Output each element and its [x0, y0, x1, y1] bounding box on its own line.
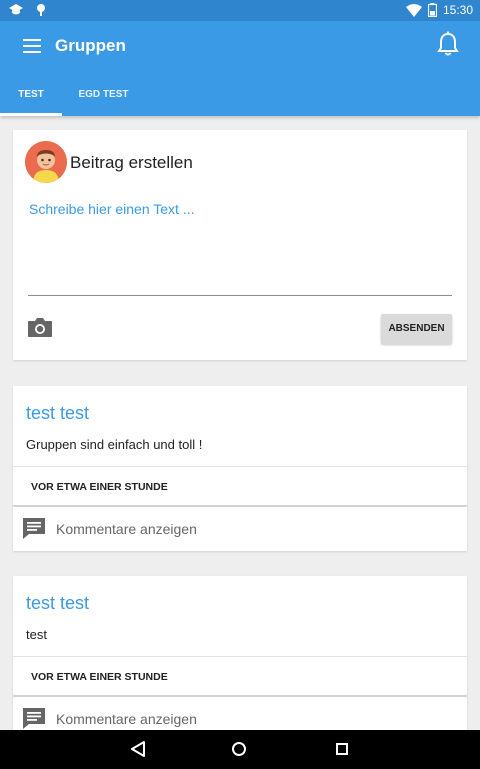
post-body: test — [26, 627, 47, 642]
post-card: test test test VOR ETWA EINER STUNDE Kom… — [13, 576, 467, 741]
school-icon — [9, 4, 23, 15]
post-text-input[interactable]: Schreibe hier einen Text ... — [29, 201, 195, 217]
pin-icon — [36, 4, 45, 16]
tab-indicator — [0, 113, 62, 116]
tab-test[interactable]: TEST — [0, 77, 62, 116]
comment-icon — [23, 708, 45, 729]
comments-label: Kommentare anzeigen — [56, 711, 197, 727]
app-bar: Gruppen TEST EGD TEST — [0, 21, 480, 116]
divider — [13, 656, 467, 657]
bell-icon[interactable] — [436, 31, 460, 57]
status-icons-left — [8, 3, 48, 18]
divider — [13, 695, 467, 697]
composer-title: Beitrag erstellen — [70, 153, 193, 172]
post-author[interactable]: test test — [26, 403, 89, 424]
camera-icon[interactable] — [27, 316, 53, 338]
divider — [13, 466, 467, 467]
avatar — [25, 141, 67, 183]
tab-bar: TEST EGD TEST — [0, 77, 480, 116]
battery-icon — [427, 3, 437, 17]
menu-icon[interactable] — [23, 39, 41, 53]
navigation-bar — [0, 730, 480, 769]
post-timestamp: VOR ETWA EINER STUNDE — [31, 671, 168, 683]
input-underline — [28, 295, 452, 296]
comments-label: Kommentare anzeigen — [56, 521, 197, 537]
tab-egd-test[interactable]: EGD TEST — [62, 77, 145, 116]
avatar-image — [25, 141, 67, 183]
post-body: Gruppen sind einfach und toll ! — [26, 437, 203, 452]
status-time: 15:30 — [442, 3, 473, 17]
show-comments-button[interactable]: Kommentare anzeigen — [13, 508, 467, 551]
post-card: test test Gruppen sind einfach und toll … — [13, 386, 467, 551]
comment-icon — [23, 518, 45, 539]
post-author[interactable]: test test — [26, 593, 89, 614]
back-icon[interactable] — [130, 741, 146, 757]
wifi-icon — [405, 3, 422, 17]
post-timestamp: VOR ETWA EINER STUNDE — [31, 481, 168, 493]
divider — [13, 505, 467, 507]
status-icons-right: 15:30 — [405, 3, 473, 17]
send-button[interactable]: ABSENDEN — [381, 314, 452, 344]
recents-icon[interactable] — [336, 743, 348, 755]
app-title: Gruppen — [55, 36, 126, 55]
post-composer-card: Beitrag erstellen Schreibe hier einen Te… — [13, 130, 467, 360]
home-icon[interactable] — [232, 742, 246, 756]
status-bar: 15:30 — [0, 0, 480, 21]
